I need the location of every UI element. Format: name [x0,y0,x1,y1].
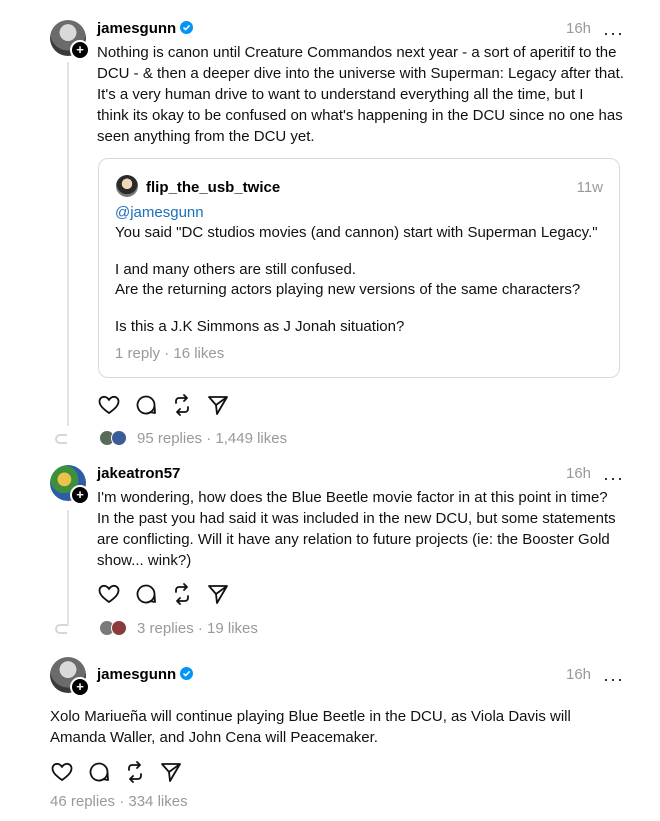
username-text[interactable]: jamesgunn [97,666,176,683]
share-send-icon[interactable] [206,393,230,417]
quoted-avatar[interactable] [116,175,138,197]
post-text-line: In the past you had said it was included… [97,510,616,527]
quoted-post[interactable]: flip_the_usb_twice 11w @jamesgunn You sa… [98,158,620,378]
quoted-text-line: Are the returning actors playing new ver… [115,281,581,298]
post-time[interactable]: 16h [566,20,591,37]
post-time[interactable]: 16h [566,666,591,683]
username[interactable]: jamesgunn [97,666,194,683]
post-time[interactable]: 16h [566,465,591,482]
thread-collapse-icon [55,624,67,634]
post-actions [97,582,237,606]
thread-line [67,510,69,626]
quoted-mention-link[interactable]: @jamesgunn [115,203,204,223]
repost-icon[interactable] [170,393,194,417]
post-text-line: Xolo Mariueña will continue playing Blue… [50,708,571,725]
username[interactable]: jakeatron57 [97,465,180,482]
post-text-line: DCU - & then a deeper dive into the univ… [97,65,624,82]
username-text[interactable]: jamesgunn [97,20,176,37]
quoted-text-line: I and many others are still confused. [115,261,356,278]
follow-button[interactable]: + [70,485,90,505]
reply-comment-icon[interactable] [134,393,158,417]
replier-avatar [111,430,127,446]
quoted-username[interactable]: flip_the_usb_twice [146,179,280,196]
share-send-icon[interactable] [206,582,230,606]
post-actions [97,393,237,417]
post-text-line: Amanda Waller, and John Cena will Peacem… [50,729,378,746]
quoted-stats[interactable]: 1 reply · 16 likes [115,345,224,362]
follow-button[interactable]: + [70,677,90,697]
more-options-icon[interactable]: ··· [603,24,624,42]
like-heart-icon[interactable] [97,393,121,417]
thread-collapse-icon [55,434,67,444]
post-text-line: I'm wondering, how does the Blue Beetle … [97,489,608,506]
verified-badge-icon [180,667,194,680]
replier-avatar [111,620,127,636]
post-text: Nothing is canon until Creature Commando… [97,42,637,147]
quoted-text-line: Is this a J.K Simmons as J Jonah situati… [115,318,405,335]
post-actions [50,760,190,784]
like-heart-icon[interactable] [97,582,121,606]
thread-line [67,62,69,426]
post-3: + jamesgunn 16h ··· Xolo Mariueña will c… [0,650,660,821]
more-options-icon[interactable]: ··· [603,469,624,487]
post-1: + jamesgunn 16h ··· Nothing is canon unt… [0,0,660,460]
reply-comment-icon[interactable] [87,760,111,784]
verified-badge-icon [180,21,194,34]
like-heart-icon[interactable] [50,760,74,784]
post-text: I'm wondering, how does the Blue Beetle … [97,487,637,571]
more-options-icon[interactable]: ··· [603,670,624,688]
post-text-line: show... wink?) [97,552,192,569]
post-stats[interactable]: 46 replies · 334 likes [50,793,188,810]
post-2: + jakeatron57 16h ··· I'm wondering, how… [0,460,660,650]
reply-comment-icon[interactable] [134,582,158,606]
post-stats[interactable]: 3 replies · 19 likes [137,620,258,637]
repost-icon[interactable] [123,760,147,784]
share-send-icon[interactable] [159,760,183,784]
username-text[interactable]: jakeatron57 [97,465,180,482]
post-text-line: It's a very human drive to want to under… [97,86,584,103]
post-text-line: seen anything from the DCU yet. [97,128,315,145]
post-stats[interactable]: 95 replies · 1,449 likes [137,430,287,447]
quoted-time[interactable]: 11w [577,179,603,196]
quoted-text-line: You said "DC studios movies (and cannon)… [115,224,598,241]
repost-icon[interactable] [170,582,194,606]
follow-button[interactable]: + [70,40,90,60]
username[interactable]: jamesgunn [97,20,194,37]
post-text: Xolo Mariueña will continue playing Blue… [50,706,640,748]
post-text-line: Nothing is canon until Creature Commando… [97,44,617,61]
post-text-line: think its okay to be confused on what's … [97,107,623,124]
post-text-line: are conflicting. Will it have any relati… [97,531,610,548]
